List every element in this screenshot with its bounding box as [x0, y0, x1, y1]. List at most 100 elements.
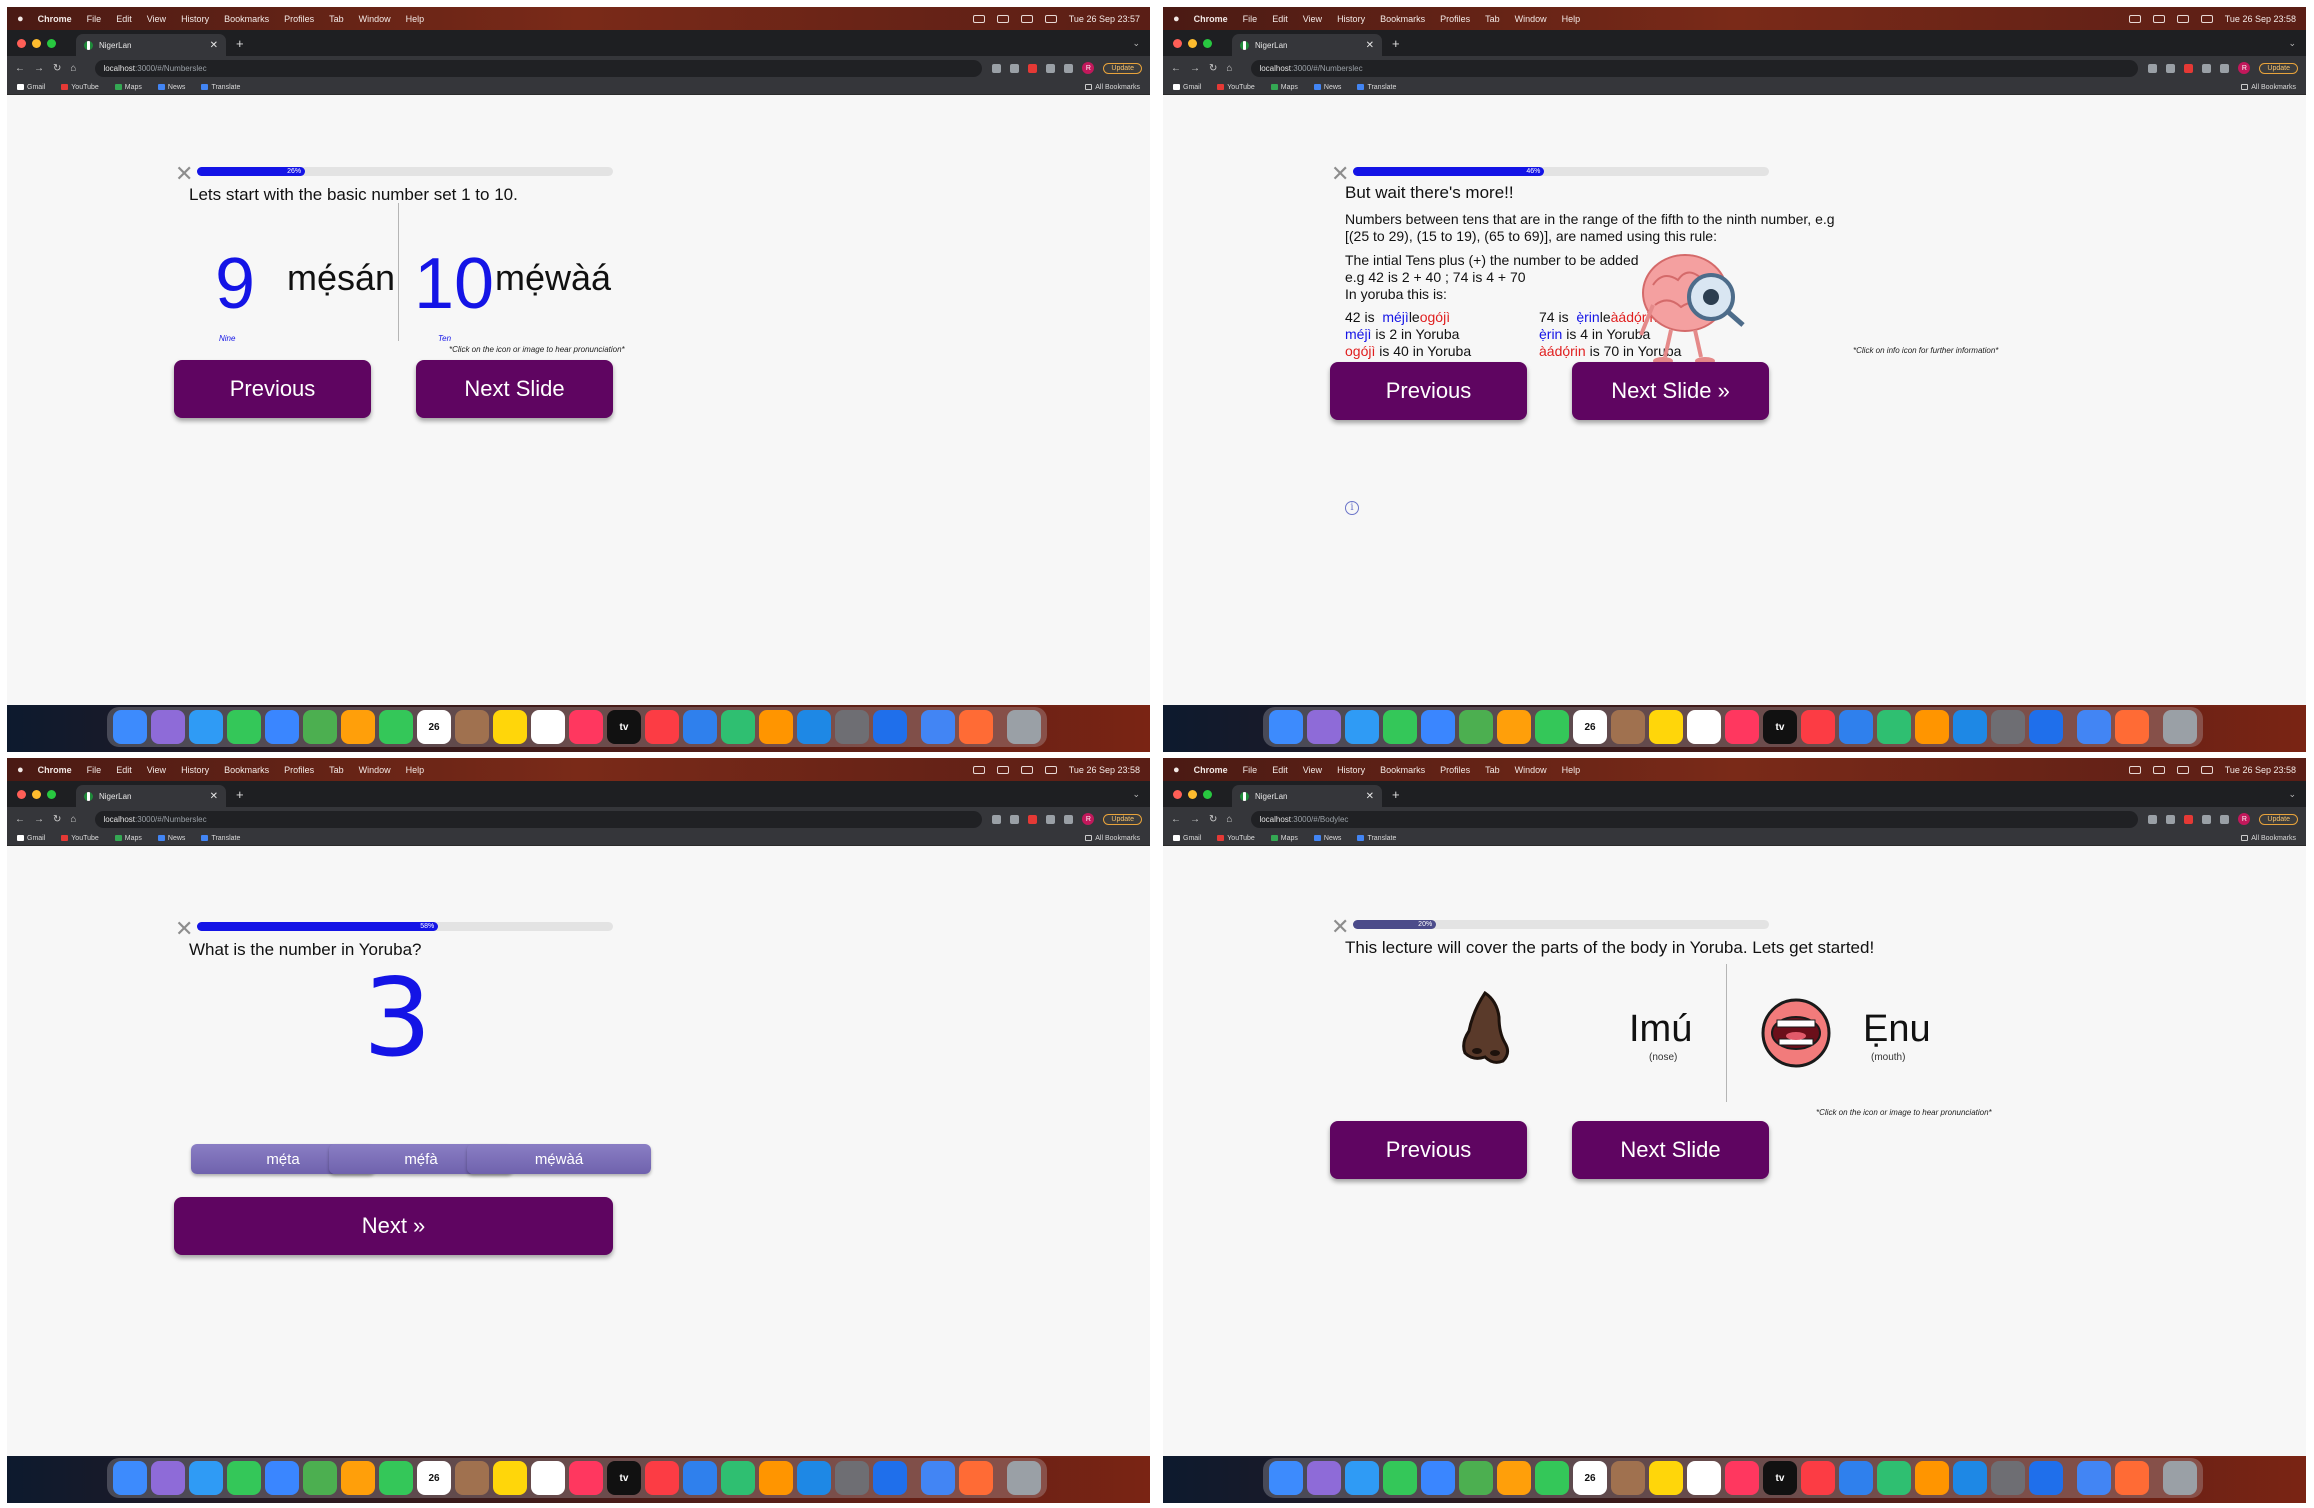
close-lesson-icon[interactable]: ✕ [1331, 914, 1349, 940]
menu-tab[interactable]: Tab [329, 14, 344, 24]
menu-window[interactable]: Window [1515, 765, 1547, 775]
vscode-icon[interactable] [873, 710, 907, 744]
control-center-icon[interactable] [2200, 765, 2213, 774]
freeform-icon[interactable] [569, 1461, 603, 1495]
apple-icon[interactable]: ● [17, 13, 24, 25]
back-icon[interactable]: ← [15, 63, 25, 74]
calendar-icon[interactable]: 26 [1573, 1461, 1607, 1495]
info-icon[interactable]: i [1345, 501, 1359, 515]
messages-icon[interactable] [1383, 710, 1417, 744]
close-window-button[interactable] [1173, 789, 1182, 799]
calendar-icon[interactable]: 26 [417, 710, 451, 744]
swift-playgrounds-icon[interactable] [2115, 710, 2149, 744]
numbers-icon[interactable] [721, 1461, 755, 1495]
close-tab-icon[interactable]: ✕ [1366, 791, 1374, 802]
new-tab-button[interactable]: + [1392, 787, 1400, 802]
share-icon[interactable] [992, 814, 1002, 824]
bookmark-youtube[interactable]: YouTube [1217, 84, 1255, 91]
notes-icon[interactable] [1649, 710, 1683, 744]
browser-tab[interactable]: NigerLan ✕ [76, 34, 226, 56]
sidebar-icon[interactable] [2220, 814, 2230, 824]
bookmark-maps[interactable]: Maps [114, 84, 142, 91]
system-settings-icon[interactable] [1991, 1461, 2025, 1495]
bookmark-news[interactable]: News [1313, 835, 1341, 842]
pages-icon[interactable] [759, 1461, 793, 1495]
profile-avatar[interactable]: R [2238, 813, 2251, 825]
back-icon[interactable]: ← [1171, 814, 1181, 825]
menu-tab[interactable]: Tab [329, 765, 344, 775]
swift-playgrounds-icon[interactable] [959, 1461, 993, 1495]
bookmark-star-icon[interactable] [1010, 63, 1020, 73]
trash-icon[interactable] [2163, 710, 2197, 744]
app-store-icon[interactable] [1953, 710, 1987, 744]
pages-icon[interactable] [1915, 1461, 1949, 1495]
contacts-icon[interactable] [455, 1461, 489, 1495]
bookmark-maps[interactable]: Maps [1270, 84, 1298, 91]
system-settings-icon[interactable] [1991, 710, 2025, 744]
extensions-puzzle-icon[interactable] [2202, 814, 2212, 824]
yoruba-word-nose[interactable]: Imú [1629, 1008, 1692, 1051]
bookmark-news[interactable]: News [157, 835, 185, 842]
contacts-icon[interactable] [455, 710, 489, 744]
bookmark-gmail[interactable]: Gmail [1173, 84, 1201, 91]
new-tab-button[interactable]: + [236, 36, 244, 51]
sidebar-icon[interactable] [1064, 63, 1074, 73]
finder-icon[interactable] [1269, 710, 1303, 744]
system-settings-icon[interactable] [835, 710, 869, 744]
menu-view[interactable]: View [1303, 14, 1322, 24]
control-center-icon[interactable] [1044, 14, 1057, 23]
menu-edit[interactable]: Edit [116, 14, 132, 24]
profile-avatar[interactable]: R [1082, 813, 1095, 825]
keynote-icon[interactable] [683, 1461, 717, 1495]
launchpad-icon[interactable] [1307, 710, 1341, 744]
bookmark-gmail[interactable]: Gmail [17, 84, 45, 91]
photos-icon[interactable] [1497, 1461, 1531, 1495]
menu-edit[interactable]: Edit [1272, 14, 1288, 24]
safari-icon[interactable] [189, 710, 223, 744]
reload-icon[interactable]: ↻ [1209, 814, 1217, 825]
nose-image[interactable] [1455, 990, 1515, 1076]
launchpad-icon[interactable] [1307, 1461, 1341, 1495]
profile-avatar[interactable]: R [1082, 62, 1095, 74]
bookmark-translate[interactable]: Translate [201, 835, 240, 842]
notes-icon[interactable] [493, 1461, 527, 1495]
reminders-icon[interactable] [1687, 710, 1721, 744]
reminders-icon[interactable] [1687, 1461, 1721, 1495]
extension-icon[interactable] [1028, 63, 1038, 73]
update-button[interactable]: Update [2259, 62, 2298, 74]
update-button[interactable]: Update [2259, 813, 2298, 825]
finder-icon[interactable] [1269, 1461, 1303, 1495]
address-bar[interactable]: localhost:3000/#/Bodylec [1251, 810, 2139, 828]
menu-help[interactable]: Help [406, 765, 425, 775]
safari-icon[interactable] [1345, 710, 1379, 744]
sidebar-icon[interactable] [1064, 814, 1074, 824]
number-ten[interactable]: 10 [409, 243, 499, 325]
messages-icon[interactable] [227, 1461, 261, 1495]
apple-tv-icon[interactable]: tv [607, 1461, 641, 1495]
extension-icon[interactable] [2184, 814, 2194, 824]
notes-icon[interactable] [493, 710, 527, 744]
minimize-window-button[interactable] [32, 789, 41, 799]
menu-window[interactable]: Window [359, 14, 391, 24]
pages-icon[interactable] [1915, 710, 1949, 744]
apple-icon[interactable]: ● [1173, 764, 1180, 776]
menu-bookmarks[interactable]: Bookmarks [224, 765, 269, 775]
extension-icon[interactable] [2184, 63, 2194, 73]
menu-profiles[interactable]: Profiles [1440, 14, 1470, 24]
next-slide-button[interactable]: Next Slide [416, 360, 613, 418]
forward-icon[interactable]: → [1190, 63, 1200, 74]
menu-help[interactable]: Help [1562, 14, 1581, 24]
facetime-icon[interactable] [1535, 1461, 1569, 1495]
chrome-icon[interactable] [2077, 1461, 2111, 1495]
yoruba-word-9[interactable]: mẹ́sán [287, 257, 395, 299]
bookmark-translate[interactable]: Translate [1357, 84, 1396, 91]
maps-icon[interactable] [303, 1461, 337, 1495]
swift-playgrounds-icon[interactable] [959, 710, 993, 744]
photos-icon[interactable] [341, 1461, 375, 1495]
facetime-icon[interactable] [379, 1461, 413, 1495]
wifi-icon[interactable] [996, 14, 1009, 23]
bookmark-news[interactable]: News [1313, 84, 1341, 91]
control-center-icon[interactable] [1044, 765, 1057, 774]
extensions-puzzle-icon[interactable] [1046, 814, 1056, 824]
notes-icon[interactable] [1649, 1461, 1683, 1495]
